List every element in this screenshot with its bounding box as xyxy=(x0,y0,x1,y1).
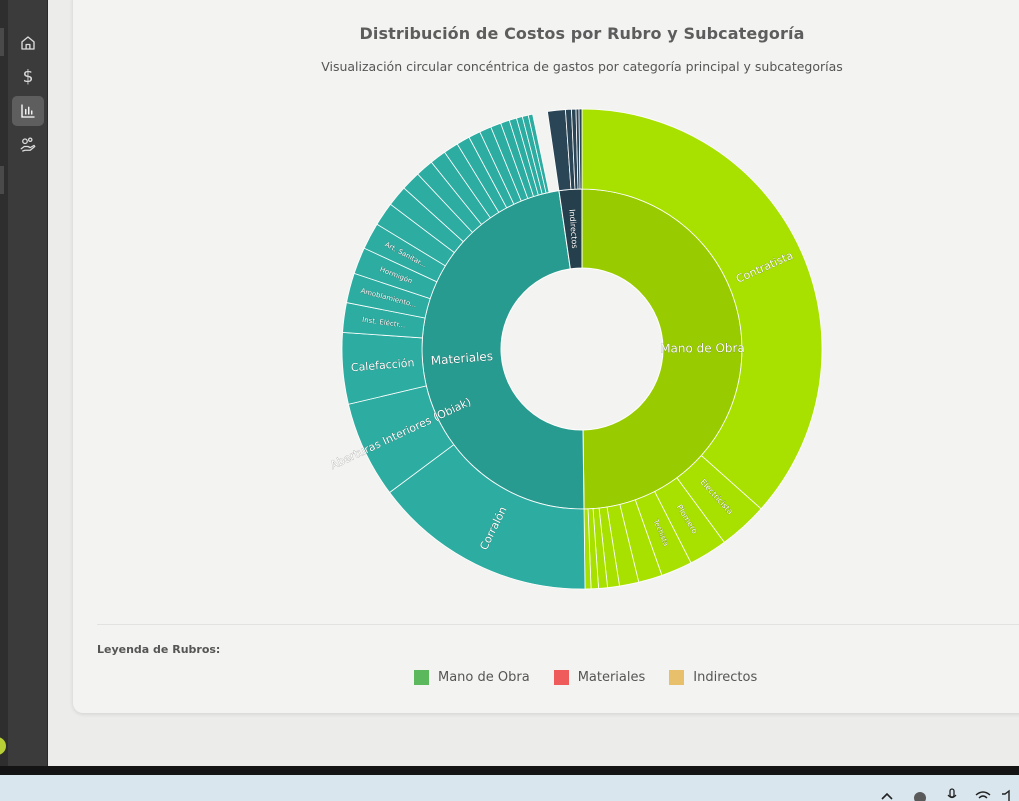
taskbar xyxy=(0,775,1019,801)
legend: Mano de Obra Materiales Indirectos xyxy=(414,670,781,685)
legend-divider xyxy=(97,624,1019,625)
legend-swatch xyxy=(553,670,569,685)
legend-item-mano-de-obra[interactable]: Mano de Obra xyxy=(414,670,530,685)
wifi-icon[interactable] xyxy=(974,789,992,801)
legend-label: Indirectos xyxy=(693,670,758,685)
legend-item-indirectos[interactable]: Indirectos xyxy=(669,670,757,685)
inner-label-mano-de-obra: Mano de Obra xyxy=(660,341,745,356)
user-avatar-icon[interactable] xyxy=(912,790,928,801)
legend-title: Leyenda de Rubros: xyxy=(97,643,221,656)
legend-swatch xyxy=(669,670,685,685)
chevron-up-icon[interactable] xyxy=(880,791,894,801)
volume-icon[interactable] xyxy=(1000,789,1019,801)
legend-label: Mano de Obra xyxy=(438,670,530,685)
legend-item-materiales[interactable]: Materiales xyxy=(553,670,646,685)
legend-swatch xyxy=(414,670,429,685)
window-bottom-edge xyxy=(0,766,1019,775)
legend-label: Materiales xyxy=(577,670,646,685)
microphone-icon[interactable] xyxy=(946,788,958,801)
